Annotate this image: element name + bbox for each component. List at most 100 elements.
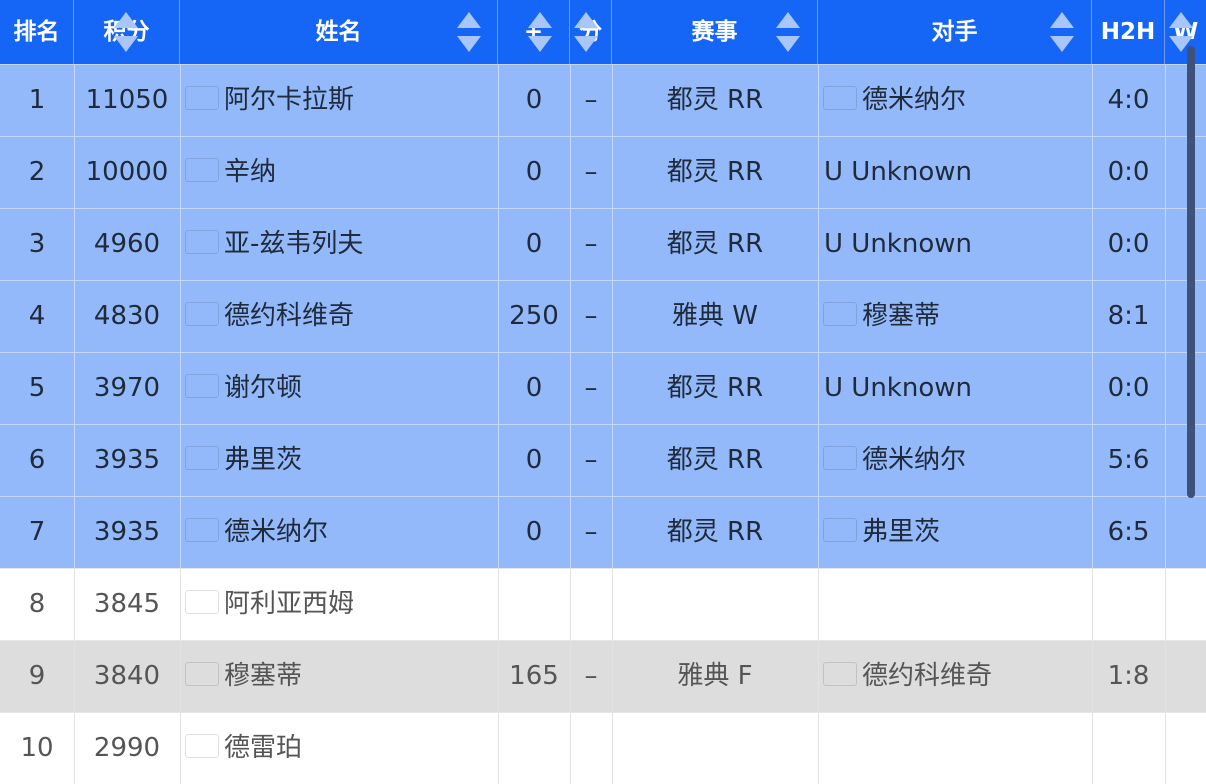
h2h-text: 0:0: [1107, 157, 1150, 187]
opponent-text: U Unknown: [824, 373, 972, 403]
name-text: 德雷珀: [224, 733, 303, 763]
table-header: 排名 积分 姓名 + 分 赛事 对手 H2H W: [0, 0, 1206, 64]
cell-opponent[interactable]: 穆塞蒂: [818, 280, 1092, 352]
table-row[interactable]: 3 4960 亚-兹韦列夫 0 – 都灵 RR U Unknown 0:0: [0, 208, 1206, 280]
cell-opponent[interactable]: 德米纳尔: [818, 64, 1092, 136]
cell-h2h: 0:0: [1092, 352, 1165, 424]
points-text: 11050: [85, 85, 169, 115]
cell-opponent[interactable]: 德米纳尔: [818, 424, 1092, 496]
cell-score: –: [570, 424, 612, 496]
table-row[interactable]: 4 4830 德约科维奇 250– 雅典 W 穆塞蒂 8:1: [0, 280, 1206, 352]
col-rank-header[interactable]: 排名: [0, 0, 74, 64]
col-opponent-header[interactable]: 对手: [818, 0, 1092, 64]
cell-plus: 0: [498, 496, 570, 568]
australia-flag-icon: [824, 87, 856, 109]
cell-name[interactable]: 阿利亚西姆: [180, 568, 498, 640]
table-row[interactable]: 7 3935 德米纳尔 0 – 都灵 RR 弗里茨 6:5: [0, 496, 1206, 568]
cell-score: –: [570, 280, 612, 352]
opponent-text: U Unknown: [824, 157, 972, 187]
sort-arrows-icon: [114, 12, 138, 52]
cell-w: [1165, 136, 1206, 208]
cell-name[interactable]: 辛纳: [180, 136, 498, 208]
cell-event: 都灵 RR: [612, 136, 818, 208]
score-text: –: [584, 157, 598, 187]
cell-name[interactable]: 德约科维奇: [180, 280, 498, 352]
cell-opponent[interactable]: [818, 568, 1092, 640]
table-row[interactable]: 1 11050 阿尔卡拉斯 0 – 都灵 RR 德米纳尔 4:0: [0, 64, 1206, 136]
serbia-flag-icon: [186, 303, 218, 325]
col-h2h-header[interactable]: H2H: [1092, 0, 1165, 64]
opponent-text: 弗里茨: [862, 517, 941, 547]
cell-rank: 7: [0, 496, 74, 568]
cell-score: –: [570, 352, 612, 424]
cell-name[interactable]: 弗里茨: [180, 424, 498, 496]
cell-w: [1165, 496, 1206, 568]
table-row[interactable]: 2 10000 辛纳 0 – 都灵 RR U Unknown 0:0: [0, 136, 1206, 208]
cell-name[interactable]: 德雷珀: [180, 712, 498, 784]
name-text: 德约科维奇: [224, 301, 355, 331]
opponent-text: U Unknown: [824, 229, 972, 259]
cell-points: 11050: [74, 64, 180, 136]
rank-text: 2: [28, 157, 46, 187]
cell-opponent[interactable]: U Unknown: [818, 208, 1092, 280]
plus-text: 0: [525, 373, 543, 403]
col-name-header[interactable]: 姓名: [180, 0, 498, 64]
rank-text: 6: [28, 445, 46, 475]
cell-event: [612, 568, 818, 640]
cell-name[interactable]: 穆塞蒂: [180, 640, 498, 712]
cell-w: [1165, 280, 1206, 352]
cell-opponent[interactable]: [818, 712, 1092, 784]
cell-plus: [498, 568, 570, 640]
name-text: 亚-兹韦列夫: [224, 229, 364, 259]
name-text: 阿利亚西姆: [224, 589, 355, 619]
cell-w: [1165, 208, 1206, 280]
cell-opponent[interactable]: 弗里茨: [818, 496, 1092, 568]
h2h-text: 4:0: [1107, 85, 1150, 115]
cell-name[interactable]: 谢尔顿: [180, 352, 498, 424]
cell-points: 2990: [74, 712, 180, 784]
cell-event: 都灵 RR: [612, 208, 818, 280]
cell-name[interactable]: 德米纳尔: [180, 496, 498, 568]
points-text: 3970: [93, 373, 161, 403]
col-event-header[interactable]: 赛事: [612, 0, 818, 64]
name-text: 阿尔卡拉斯: [224, 85, 355, 115]
table-row[interactable]: 9 3840 穆塞蒂 165– 雅典 F 德约科维奇 1:8: [0, 640, 1206, 712]
usa-flag-icon: [186, 375, 218, 397]
vertical-scrollbar[interactable]: [1187, 46, 1195, 498]
cell-rank: 1: [0, 64, 74, 136]
table-row[interactable]: 5 3970 谢尔顿 0 – 都灵 RR U Unknown 0:0: [0, 352, 1206, 424]
name-text: 德米纳尔: [224, 517, 329, 547]
cell-event: 都灵 RR: [612, 424, 818, 496]
score-text: –: [584, 85, 598, 115]
score-text: –: [584, 661, 598, 691]
h2h-text: 0:0: [1107, 373, 1150, 403]
col-points-header[interactable]: 积分: [74, 0, 180, 64]
plus-text: 0: [525, 445, 543, 475]
col-score-header[interactable]: 分: [570, 0, 612, 64]
table-row[interactable]: 6 3935 弗里茨 0 – 都灵 RR 德米纳尔 5:6: [0, 424, 1206, 496]
rank-text: 10: [20, 733, 54, 763]
col-plus-header[interactable]: +: [498, 0, 570, 64]
cell-plus: 0: [498, 424, 570, 496]
cell-event: [612, 712, 818, 784]
col-event-label: 赛事: [691, 19, 738, 45]
col-w-header[interactable]: W: [1165, 0, 1206, 64]
plus-text: 0: [525, 85, 543, 115]
cell-opponent[interactable]: U Unknown: [818, 136, 1092, 208]
event-text: 雅典 F: [677, 661, 753, 691]
rank-text: 1: [28, 85, 46, 115]
australia-flag-icon: [186, 519, 218, 541]
cell-opponent[interactable]: U Unknown: [818, 352, 1092, 424]
serbia-flag-icon: [824, 663, 856, 685]
cell-name[interactable]: 阿尔卡拉斯: [180, 64, 498, 136]
rank-text: 3: [28, 229, 46, 259]
table-row[interactable]: 8 3845 阿利亚西姆: [0, 568, 1206, 640]
cell-rank: 3: [0, 208, 74, 280]
table-row[interactable]: 10 2990 德雷珀: [0, 712, 1206, 784]
canada-flag-icon: [186, 591, 218, 613]
cell-opponent[interactable]: 德约科维奇: [818, 640, 1092, 712]
cell-name[interactable]: 亚-兹韦列夫: [180, 208, 498, 280]
col-opponent-label: 对手: [931, 19, 978, 45]
points-text: 3840: [93, 661, 161, 691]
cell-plus: 0: [498, 352, 570, 424]
